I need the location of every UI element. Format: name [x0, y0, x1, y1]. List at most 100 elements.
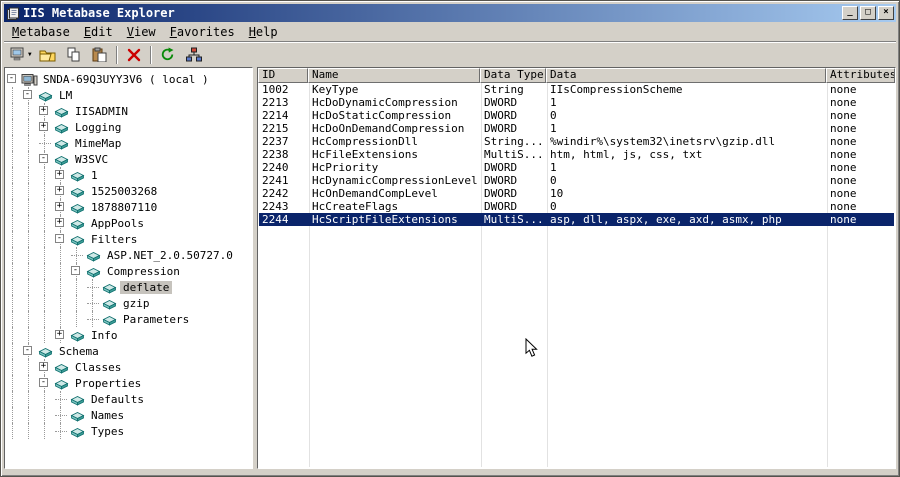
tree-node[interactable]: MimeMap [5, 135, 252, 151]
table-row[interactable]: 2244 HcScriptFileExtensions MultiS... asp, … [259, 213, 894, 226]
table-row[interactable]: 2215 HcDoOnDemandCompression DWORD 1 none [259, 122, 894, 135]
tree-node[interactable]: Parameters [5, 311, 252, 327]
tree-node-label[interactable]: Types [88, 425, 127, 438]
table-row[interactable]: 2213 HcDoDynamicCompression DWORD 1 none [259, 96, 894, 109]
table-row[interactable]: 2238 HcFileExtensions MultiS... htm, html, … [259, 148, 894, 161]
tree-node-label[interactable]: MimeMap [72, 137, 124, 150]
collapse-minus-icon[interactable]: - [23, 346, 32, 355]
tree-node[interactable]: ASP.NET_2.0.50727.0 [5, 247, 252, 263]
menu-item-edit[interactable]: Edit [77, 24, 120, 40]
table-row[interactable]: 2241 HcDynamicCompressionLevel DWORD 0 none [259, 174, 894, 187]
tree-node-label[interactable]: SNDA-69Q3UYY3V6 ( local ) [40, 73, 212, 86]
collapse-minus-icon[interactable]: - [39, 154, 48, 163]
tree-node[interactable]: - SNDA-69Q3UYY3V6 ( local ) [5, 71, 252, 87]
open-button[interactable] [36, 44, 60, 66]
table-row[interactable]: 2242 HcOnDemandCompLevel DWORD 10 none [259, 187, 894, 200]
paste-button[interactable] [88, 44, 112, 66]
tree-node-label[interactable]: Logging [72, 121, 124, 134]
tree-node-label[interactable]: Classes [72, 361, 124, 374]
tree-node-label[interactable]: 1878807110 [88, 201, 160, 214]
tree-node-label[interactable]: W3SVC [72, 153, 111, 166]
column-header-data[interactable]: Data [546, 68, 826, 83]
tree-node-label[interactable]: Info [88, 329, 121, 342]
menu-bar: Metabase Edit View Favorites Help [4, 22, 896, 41]
tree-node-label[interactable]: Names [88, 409, 127, 422]
menu-item-metabase[interactable]: Metabase [5, 24, 77, 40]
tree-node[interactable]: + Classes [5, 359, 252, 375]
tree-node[interactable]: + Info [5, 327, 252, 343]
tree-node[interactable]: + IISADMIN [5, 103, 252, 119]
tree-node-label[interactable]: 1525003268 [88, 185, 160, 198]
expand-plus-icon[interactable]: + [39, 106, 48, 115]
column-header-data-type[interactable]: Data Type [480, 68, 546, 83]
tree-node[interactable]: gzip [5, 295, 252, 311]
refresh-button[interactable] [156, 44, 180, 66]
tree-node[interactable]: Names [5, 407, 252, 423]
tree-node-label[interactable]: Filters [88, 233, 140, 246]
tree-node-label[interactable]: Defaults [88, 393, 147, 406]
table-row[interactable]: 2237 HcCompressionDll String... %windir%\sy… [259, 135, 894, 148]
tree-node[interactable]: +1525003268 [5, 183, 252, 199]
expand-plus-icon[interactable]: + [55, 218, 64, 227]
tree-node[interactable]: +1 [5, 167, 252, 183]
tree-node[interactable]: Types [5, 423, 252, 439]
tree-guide [5, 343, 21, 359]
menu-item-favorites[interactable]: Favorites [163, 24, 242, 40]
tree-node[interactable]: - Schema [5, 343, 252, 359]
tree-node[interactable]: + Logging [5, 119, 252, 135]
minimize-button[interactable]: _ [842, 6, 858, 20]
tree-node-label[interactable]: 1 [88, 169, 101, 182]
tree-node-label[interactable]: AppPools [88, 217, 147, 230]
connect-dropdown-button[interactable]: ▼ [8, 44, 34, 66]
tree-node[interactable]: - Compression [5, 263, 252, 279]
expand-plus-icon[interactable]: + [39, 122, 48, 131]
collapse-minus-icon[interactable]: - [7, 74, 16, 83]
tree-guide [37, 391, 53, 407]
expand-plus-icon[interactable]: + [39, 362, 48, 371]
tree-node-label[interactable]: ASP.NET_2.0.50727.0 [104, 249, 236, 262]
expand-plus-icon[interactable]: + [55, 186, 64, 195]
network-button[interactable] [182, 44, 206, 66]
tree-node-label[interactable]: Schema [56, 345, 102, 358]
table-row[interactable]: 2240 HcPriority DWORD 1 none [259, 161, 894, 174]
table-row[interactable]: 1002 KeyType String IIsCompressionScheme non… [259, 83, 894, 96]
expand-plus-icon[interactable]: + [55, 202, 64, 211]
close-button[interactable]: × [878, 6, 894, 20]
column-header-name[interactable]: Name [308, 68, 480, 83]
menu-item-view[interactable]: View [120, 24, 163, 40]
tree-node-label[interactable]: IISADMIN [72, 105, 131, 118]
tree-node[interactable]: - Properties [5, 375, 252, 391]
tree-node[interactable]: +1878807110 [5, 199, 252, 215]
tree-node-label[interactable]: Properties [72, 377, 144, 390]
tree-node[interactable]: deflate [5, 279, 252, 295]
tree-node-label[interactable]: Compression [104, 265, 183, 278]
cell-data-type: DWORD [484, 161, 518, 174]
menu-item-help[interactable]: Help [242, 24, 285, 40]
copy-button[interactable] [62, 44, 86, 66]
column-header-attributes[interactable]: Attributes [826, 68, 895, 83]
collapse-minus-icon[interactable]: - [55, 234, 64, 243]
tree-node[interactable]: + AppPools [5, 215, 252, 231]
collapse-minus-icon[interactable]: - [23, 90, 32, 99]
tree-node-label[interactable]: gzip [120, 297, 153, 310]
tree-node-label[interactable]: LM [56, 89, 75, 102]
title-bar[interactable]: IIS Metabase Explorer _ □ × [4, 4, 896, 22]
collapse-minus-icon[interactable]: - [39, 378, 48, 387]
metabase-node-icon [69, 408, 86, 422]
expand-plus-icon[interactable]: + [55, 170, 64, 179]
maximize-button[interactable]: □ [860, 6, 876, 20]
tree-node[interactable]: Defaults [5, 391, 252, 407]
tree-connector [53, 423, 69, 439]
delete-button[interactable] [122, 44, 146, 66]
tree-node[interactable]: - Filters [5, 231, 252, 247]
tree-node[interactable]: - W3SVC [5, 151, 252, 167]
expand-plus-icon[interactable]: + [55, 330, 64, 339]
collapse-minus-icon[interactable]: - [71, 266, 80, 275]
tree-node-label[interactable]: deflate [120, 280, 173, 294]
tree-node[interactable]: - LM [5, 87, 252, 103]
cell-attributes: none [830, 96, 857, 109]
tree-node-label[interactable]: Parameters [120, 313, 192, 326]
table-row[interactable]: 2214 HcDoStaticCompression DWORD 0 none [259, 109, 894, 122]
table-row[interactable]: 2243 HcCreateFlags DWORD 0 none [259, 200, 894, 213]
column-header-id[interactable]: ID [258, 68, 308, 83]
